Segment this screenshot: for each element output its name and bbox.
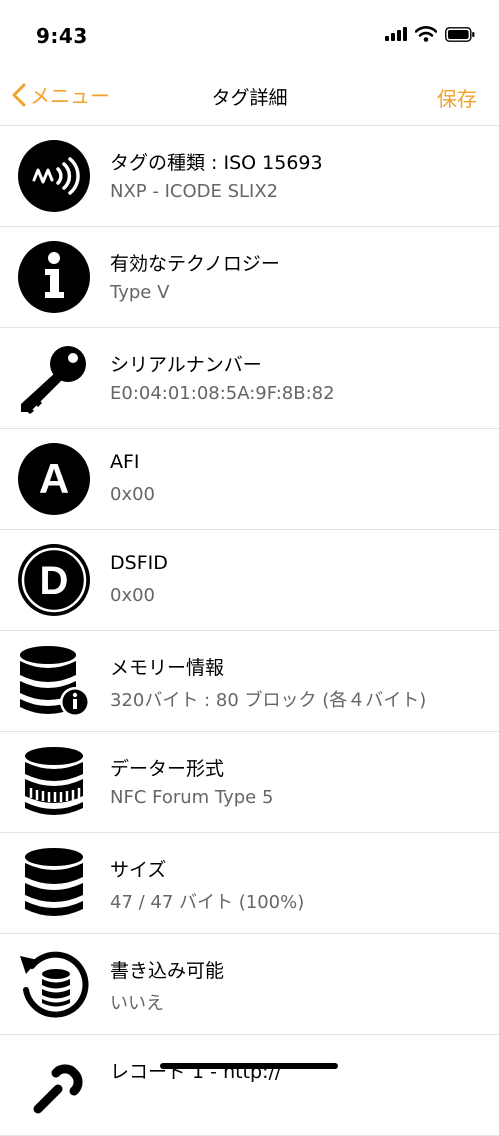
status-bar: 9:43 <box>0 0 499 70</box>
save-button[interactable]: 保存 <box>437 83 477 112</box>
row-value: 320バイト : 80 ブロック (各４バイト) <box>110 690 427 711</box>
row-value: 47 / 47 バイト (100%) <box>110 892 305 913</box>
info-icon <box>18 241 90 313</box>
home-indicator[interactable] <box>160 1063 338 1069</box>
row-value: NFC Forum Type 5 <box>110 787 274 808</box>
row-value: 0x00 <box>110 484 156 505</box>
row-value: E0:04:01:08:5A:9F:8B:82 <box>110 383 335 404</box>
row-value: 0x00 <box>110 585 156 606</box>
row-title: DSFID <box>110 552 168 574</box>
link-icon <box>18 1049 90 1121</box>
key-icon <box>18 342 90 414</box>
wifi-icon <box>415 26 437 42</box>
list-item-technology: 有効なテクノロジー Type V <box>0 227 499 328</box>
letter-d-icon: D <box>18 544 90 616</box>
row-value: いいえ <box>110 993 164 1014</box>
database-icon <box>18 847 90 919</box>
list-item-record-1[interactable]: レコード 1 - http:// <box>0 1035 499 1136</box>
navigation-bar: メニュー タグ詳細 保存 <box>0 70 499 126</box>
svg-text:A: A <box>39 455 69 502</box>
database-info-icon <box>18 645 90 717</box>
nfc-signal-icon <box>18 140 90 212</box>
svg-text:D: D <box>40 559 69 603</box>
row-title: AFI <box>110 451 140 473</box>
list-item-afi: A AFI 0x00 <box>0 429 499 530</box>
list-item-tag-type: タグの種類 : ISO 15693 NXP - ICODE SLIX2 <box>0 126 499 227</box>
row-title: タグの種類 : ISO 15693 <box>110 152 323 174</box>
battery-icon <box>445 26 475 42</box>
list-item-size: サイズ 47 / 47 バイト (100%) <box>0 833 499 934</box>
database-refresh-icon <box>18 948 90 1020</box>
list-item-writable: 書き込み可能 いいえ <box>0 934 499 1035</box>
list-item-data-format: データー形式 NFC Forum Type 5 <box>0 732 499 833</box>
row-title: シリアルナンバー <box>110 354 262 376</box>
status-time: 9:43 <box>36 24 88 48</box>
letter-a-icon: A <box>18 443 90 515</box>
status-icons <box>385 26 475 42</box>
row-title: データー形式 <box>110 758 225 780</box>
list-item-serial-number: シリアルナンバー E0:04:01:08:5A:9F:8B:82 <box>0 328 499 429</box>
list-item-memory-info: メモリー情報 320バイト : 80 ブロック (各４バイト) <box>0 631 499 732</box>
row-title: 有効なテクノロジー <box>110 253 280 275</box>
page-title: タグ詳細 <box>211 87 288 109</box>
list-item-dsfid: D DSFID 0x00 <box>0 530 499 631</box>
row-title: メモリー情報 <box>110 657 225 679</box>
row-value: NXP - ICODE SLIX2 <box>110 181 279 202</box>
row-value: Type V <box>110 282 170 303</box>
row-title: 書き込み可能 <box>110 960 225 982</box>
database-format-icon <box>18 746 90 818</box>
tag-detail-list: タグの種類 : ISO 15693 NXP - ICODE SLIX2 有効なテ… <box>0 126 499 1136</box>
row-title: サイズ <box>110 859 167 881</box>
cellular-signal-icon <box>385 27 407 41</box>
